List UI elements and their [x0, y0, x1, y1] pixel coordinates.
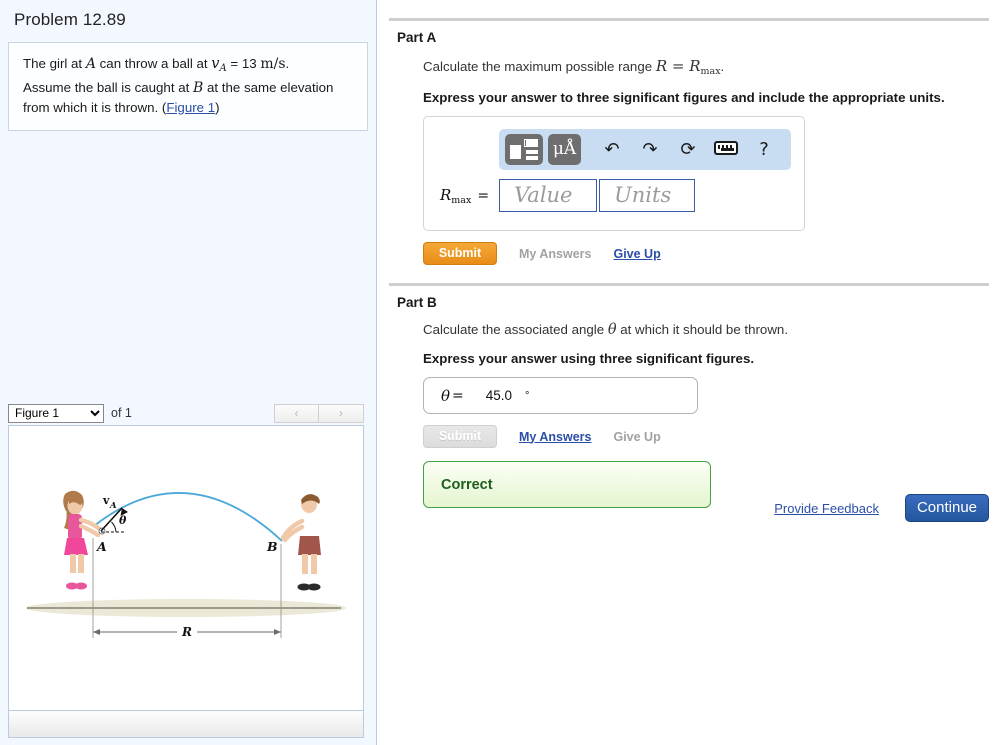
page-title: Problem 12.89 — [14, 10, 126, 29]
value-input[interactable]: Value — [499, 179, 598, 212]
problem-statement: The girl at A can throw a ball at vA = 1… — [8, 42, 368, 131]
theta-label: θ — [441, 386, 451, 405]
part-a-actions: Submit My Answers Give Up — [423, 242, 989, 265]
units-input[interactable]: Units — [599, 179, 696, 212]
part-a-question: Calculate the maximum possible range R =… — [423, 57, 989, 77]
figure-nav-buttons: ‹ › — [274, 403, 364, 423]
point-a-diagram-label: A — [96, 539, 107, 554]
part-a-instruction: Express your answer to three significant… — [423, 90, 945, 105]
part-a-input-row: Rmax = Value Units — [440, 179, 696, 212]
math-template-icon[interactable] — [505, 134, 543, 165]
part-b-give-up-link: Give Up — [613, 429, 661, 444]
part-b-theta-symbol: θ — [607, 322, 617, 338]
micro-angstrom-units-icon[interactable]: μÅ — [548, 134, 581, 165]
statement-text-part1: The girl at — [23, 56, 86, 71]
part-a-body: Calculate the maximum possible range R =… — [423, 57, 989, 265]
figure-count-label: of 1 — [111, 406, 132, 420]
theta-angle-label: θ — [119, 514, 127, 527]
part-a-question-math-sub: max — [700, 66, 721, 77]
range-label: R — [181, 625, 192, 639]
part-a-question-text: Calculate the maximum possible range — [423, 59, 656, 74]
point-b-label: B — [193, 80, 204, 96]
statement-period: . — [285, 56, 290, 71]
page-footer-actions: Provide Feedback Continue — [774, 494, 989, 522]
parts-panel: Part A Calculate the maximum possible ra… — [377, 0, 1005, 745]
part-b-question-text2: at which it should be thrown. — [616, 322, 789, 337]
velocity-subscript: A — [219, 63, 227, 74]
statement-text-part2: can throw a ball at — [95, 56, 212, 71]
equals-sign: = — [226, 56, 242, 71]
reset-circular-arrow-icon[interactable]: ⟳ — [669, 139, 707, 160]
boy-figure: B — [266, 494, 321, 591]
chevron-left-icon[interactable]: ‹ — [274, 403, 319, 423]
redo-arrow-icon[interactable]: ↷ — [631, 139, 669, 160]
part-b-value: 45.0 — [485, 388, 513, 403]
undo-arrow-icon[interactable]: ↶ — [593, 139, 631, 160]
math-toolbar: μÅ ↶ ↷ ⟳ ? — [499, 129, 791, 170]
rmax-label: Rmax — [440, 185, 472, 206]
figure-1-link[interactable]: Figure 1 — [166, 100, 215, 115]
part-a-heading: Part A — [397, 30, 437, 45]
problem-sidebar: Problem 12.89 The girl at A can throw a … — [0, 0, 377, 745]
figure-footer-bar — [9, 710, 363, 737]
help-question-icon[interactable]: ? — [745, 139, 783, 160]
part-b-equals: = — [452, 387, 464, 404]
velocity-vector-subscript: A — [109, 501, 117, 511]
divider-part-b — [389, 283, 989, 286]
projectile-diagram-svg: R v A θ A B — [26, 490, 346, 639]
divider-top — [389, 18, 989, 21]
figure-frame: R v A θ A B — [8, 425, 364, 738]
velocity-vector-label: v — [102, 494, 110, 507]
part-b-body: Calculate the associated angle θ at whic… — [423, 322, 989, 508]
rmax-subscript: max — [451, 194, 472, 206]
part-a-answer-panel: μÅ ↶ ↷ ⟳ ? Rmax = Value Units — [423, 116, 805, 231]
correct-status-text: Correct — [441, 476, 493, 493]
girl-figure — [63, 490, 104, 590]
part-a-question-math: R = R — [655, 57, 701, 75]
part-b-answer-input[interactable]: θ = 45.0 ° — [423, 377, 698, 414]
figure-image[interactable]: R v A θ A B — [9, 426, 363, 710]
part-b-question-text: Calculate the associated angle — [423, 322, 608, 337]
part-b-question: Calculate the associated angle θ at whic… — [423, 322, 989, 338]
part-a-my-answers-link[interactable]: My Answers — [519, 247, 591, 261]
part-a-submit-button[interactable]: Submit — [423, 242, 497, 265]
statement-close-paren: ) — [215, 100, 220, 115]
continue-button[interactable]: Continue — [905, 494, 989, 522]
part-b-my-answers-link[interactable]: My Answers — [519, 430, 591, 444]
part-b-instruction: Express your answer using three signific… — [423, 351, 755, 366]
statement-text-part3: Assume the ball is caught at — [23, 80, 193, 95]
part-a-question-period: . — [720, 59, 725, 74]
figure-toolbar: Figure 1 of 1 ‹ › — [8, 403, 364, 423]
speed-value: 13 — [241, 56, 257, 71]
part-a-give-up-link[interactable]: Give Up — [613, 247, 660, 261]
status-badge: Correct — [423, 461, 711, 508]
speed-units: m/s — [260, 56, 286, 72]
part-a-equals: = — [477, 187, 490, 204]
part-b-actions: Submit My Answers Give Up — [423, 425, 989, 448]
point-a-label: A — [85, 56, 96, 72]
keyboard-icon[interactable] — [707, 139, 745, 160]
chevron-right-icon[interactable]: › — [319, 403, 364, 423]
part-b-units: ° — [525, 389, 530, 402]
provide-feedback-link[interactable]: Provide Feedback — [774, 501, 879, 516]
figure-select[interactable]: Figure 1 — [8, 403, 104, 423]
part-b-submit-button: Submit — [423, 425, 497, 448]
part-b-heading: Part B — [397, 295, 437, 310]
problem-page: Problem 12.89 The girl at A can throw a … — [0, 0, 1005, 745]
point-b-diagram-label: B — [266, 539, 278, 554]
